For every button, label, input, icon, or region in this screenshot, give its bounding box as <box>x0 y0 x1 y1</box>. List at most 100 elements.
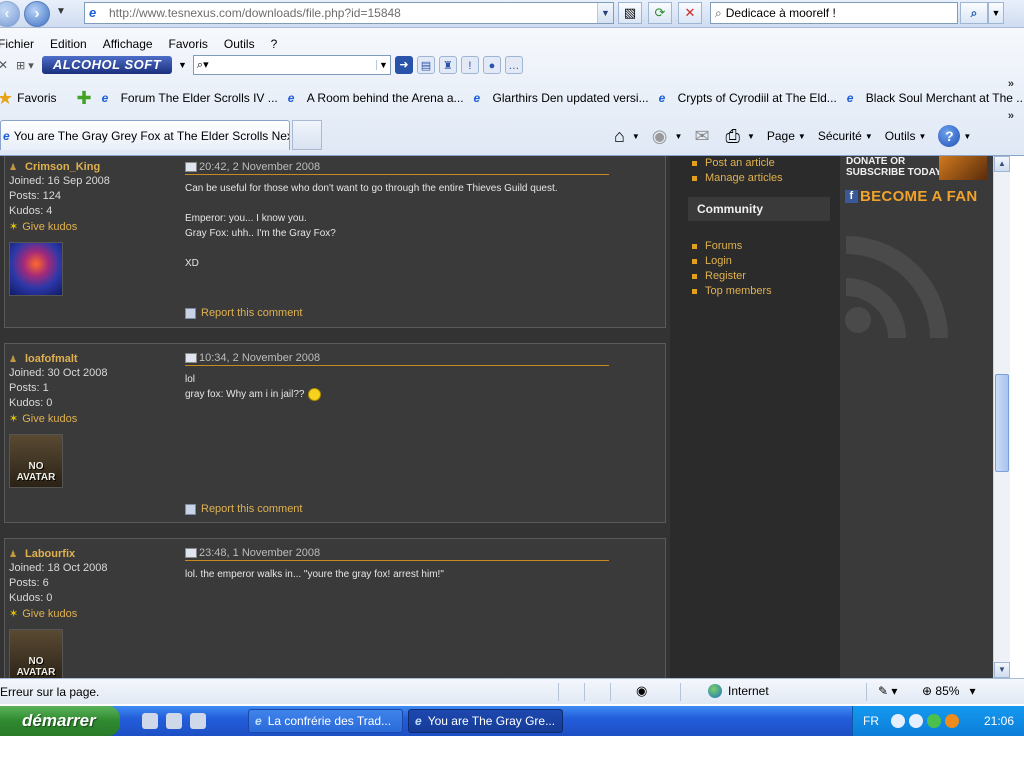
favorites-button[interactable]: Favoris <box>17 91 56 105</box>
search-value[interactable]: Dedicace à moorelf ! <box>726 6 836 20</box>
donate-banner[interactable]: DONATE OR SUBSCRIBE TODAY <box>846 156 942 178</box>
go-arrow-icon[interactable]: ➜ <box>394 56 413 74</box>
report-comment-link[interactable]: Report this comment <box>185 503 302 515</box>
help-menu[interactable]: ? ▼ <box>938 125 971 147</box>
give-kudos-link[interactable]: ✶ Give kudos <box>9 606 179 621</box>
grid-icon[interactable]: ⊞ ▾ <box>16 59 42 72</box>
favorite-link-3[interactable]: e Glarthirs Den updated versi... <box>474 91 649 105</box>
status-divider <box>680 683 681 701</box>
app-icon[interactable] <box>190 713 206 729</box>
add-favorite-icon[interactable]: ✚ <box>76 88 91 109</box>
search-go-icon[interactable]: ⌕ <box>960 2 988 24</box>
refresh-icon[interactable]: ⟳ <box>648 2 672 24</box>
back-button[interactable]: ‹ <box>0 1 20 27</box>
tray-user-icon[interactable] <box>909 714 923 728</box>
start-button[interactable]: démarrer <box>0 706 120 736</box>
print-button[interactable]: ⎙ ▼ <box>726 126 755 147</box>
favorite-link-5[interactable]: e Black Soul Merchant at The ... <box>847 91 1024 105</box>
dvd-icon[interactable]: ▤ <box>416 56 435 74</box>
basketball-icon[interactable]: ● <box>482 56 501 74</box>
tray-infinity-icon[interactable] <box>945 714 959 728</box>
page-menu[interactable]: Page ▼ <box>767 129 806 143</box>
comment-username[interactable]: ♟ loafofmalt <box>9 351 179 366</box>
favorite-link-label: A Room behind the Arena a... <box>306 91 464 105</box>
toolbar-search-input[interactable]: ⌕▾ ▼ <box>192 55 391 75</box>
search-options-icon[interactable]: ▼ <box>988 2 1004 24</box>
avatar[interactable]: NO AVATAR <box>9 434 63 488</box>
desktop-icon[interactable] <box>142 713 158 729</box>
forward-button[interactable]: › <box>24 1 50 27</box>
register-link[interactable]: Register <box>692 269 772 284</box>
post-article-link[interactable]: Post an article <box>692 156 783 171</box>
comment-username[interactable]: ♟ Labourfix <box>9 546 179 561</box>
avatar[interactable] <box>9 242 63 296</box>
status-message[interactable]: Erreur sur la page. <box>0 685 99 699</box>
address-url[interactable]: http://www.tesnexus.com/downloads/file.p… <box>109 6 597 20</box>
browser-chrome: ‹ › ▼ e http://www.tesnexus.com/download… <box>0 0 1024 156</box>
taskbar-window-1[interactable]: e La confrérie des Trad... <box>248 709 403 733</box>
mail-button[interactable]: ✉ <box>694 126 713 147</box>
address-dropdown-icon[interactable]: ▼ <box>597 3 613 23</box>
give-kudos-link[interactable]: ✶ Give kudos <box>9 219 179 234</box>
menu-edit[interactable]: Edition <box>42 37 95 51</box>
chevron-more-icon[interactable]: » <box>1008 110 1014 122</box>
media-icon[interactable] <box>166 713 182 729</box>
joined-date: Joined: 18 Oct 2008 <box>9 562 108 574</box>
privacy-eye-icon[interactable]: ◉ <box>636 683 647 699</box>
comment-username[interactable]: ♟ Crimson_King <box>9 159 179 174</box>
chevron-more-icon[interactable]: » <box>1008 78 1014 90</box>
compatibility-icon[interactable]: ▧ <box>618 2 642 24</box>
favorite-link-1[interactable]: e Forum The Elder Scrolls IV ... <box>102 91 278 105</box>
clock[interactable]: 21:06 <box>984 714 1014 728</box>
menu-view[interactable]: Affichage <box>95 37 161 51</box>
windows-taskbar: démarrer e La confrérie des Trad... e You … <box>0 706 1024 736</box>
feeds-button[interactable]: ◉ ▼ <box>652 126 683 147</box>
tab-active[interactable]: e You are The Gray Grey Fox at The Elder… <box>0 120 290 150</box>
new-tab-button[interactable] <box>292 120 322 150</box>
menu-favorites[interactable]: Favoris <box>161 37 216 51</box>
toolbar-search-dropdown-icon[interactable]: ▼ <box>375 60 390 70</box>
scroll-up-icon[interactable]: ▲ <box>994 156 1010 172</box>
info-icon[interactable]: ! <box>460 56 479 74</box>
chat-icon[interactable]: … <box>504 56 523 74</box>
tray-arrow-icon[interactable] <box>891 714 905 728</box>
calendar-icon <box>185 352 197 363</box>
manage-articles-link[interactable]: Manage articles <box>692 171 783 186</box>
scrollbar-thumb[interactable] <box>995 374 1009 472</box>
vertical-scrollbar[interactable]: ▲ ▼ <box>993 156 1010 678</box>
tools-menu[interactable]: Outils ▼ <box>885 129 927 143</box>
report-comment-link[interactable]: Report this comment <box>185 307 302 319</box>
give-kudos-link[interactable]: ✶ Give kudos <box>9 411 179 426</box>
language-indicator[interactable]: FR <box>863 714 879 728</box>
history-dropdown-icon[interactable]: ▼ <box>56 6 66 17</box>
favorite-link-2[interactable]: e A Room behind the Arena a... <box>288 91 464 105</box>
favorites-star-icon[interactable]: ★ <box>0 88 13 109</box>
search-input[interactable]: ⌕ Dedicace à moorelf ! <box>710 2 958 24</box>
taskbar-window-2[interactable]: e You are The Gray Gre... <box>408 709 563 733</box>
scroll-down-icon[interactable]: ▼ <box>994 662 1010 678</box>
menu-tools[interactable]: Outils <box>216 37 263 51</box>
close-toolbar-icon[interactable]: ✕ <box>0 58 10 72</box>
tray-shield-icon[interactable] <box>927 714 941 728</box>
security-zone[interactable]: Internet <box>708 684 769 698</box>
favorite-link-4[interactable]: e Crypts of Cyrodiil at The Eld... <box>659 91 837 105</box>
address-bar[interactable]: e http://www.tesnexus.com/downloads/file… <box>84 2 614 24</box>
alcohol-logo[interactable]: ALCOHOL SOFT <box>42 56 172 74</box>
menu-help[interactable]: ? <box>263 37 286 51</box>
joystick-icon[interactable]: ♜ <box>438 56 457 74</box>
security-menu[interactable]: Sécurité ▼ <box>818 129 873 143</box>
protected-mode-icon[interactable]: ✎ ▾ <box>878 684 897 698</box>
zoom-level[interactable]: ⊕ 85% ▾ <box>922 684 975 698</box>
login-link[interactable]: Login <box>692 254 772 269</box>
avatar[interactable]: NO AVATAR <box>9 629 63 678</box>
stop-icon[interactable]: ✕ <box>678 2 702 24</box>
status-divider <box>610 683 611 701</box>
forums-link[interactable]: Forums <box>692 239 772 254</box>
donate-image[interactable] <box>939 156 987 180</box>
ie-page-icon: e <box>287 91 295 105</box>
home-button[interactable]: ⌂ ▼ <box>614 126 640 147</box>
top-members-link[interactable]: Top members <box>692 284 772 299</box>
alcohol-dropdown-icon[interactable]: ▼ <box>178 60 187 70</box>
menu-file[interactable]: Fichier <box>0 37 42 51</box>
become-fan-link[interactable]: f BECOME A FAN <box>845 188 978 205</box>
